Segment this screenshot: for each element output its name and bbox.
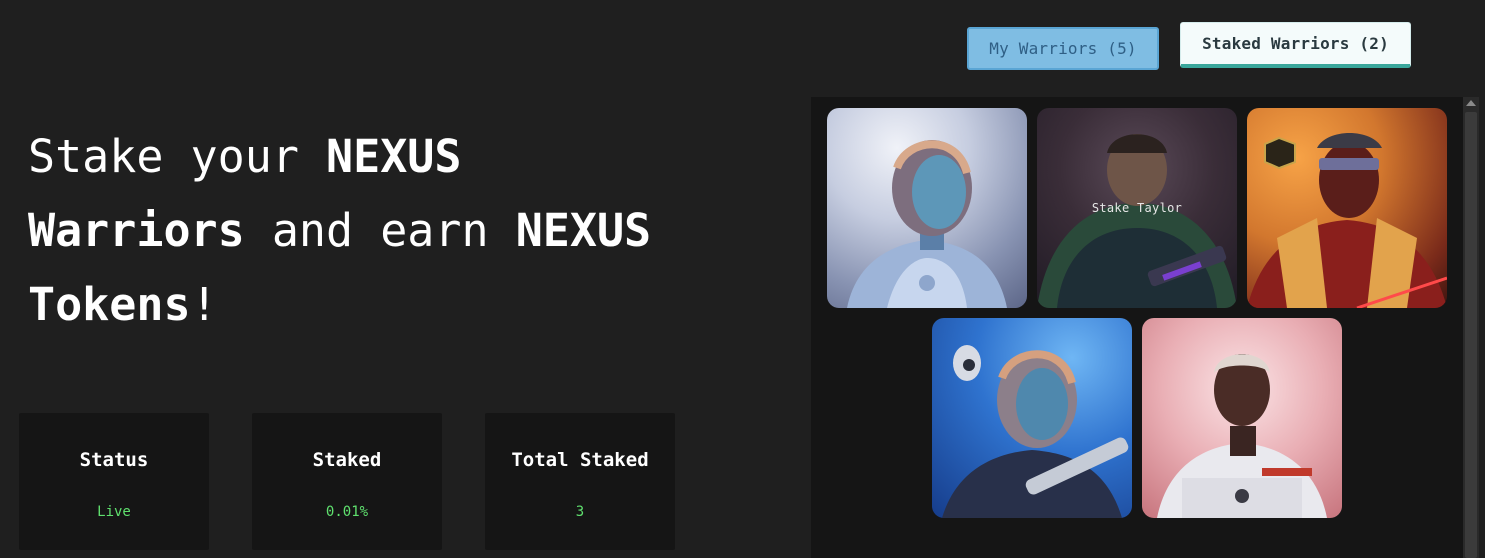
tab-my-warriors[interactable]: My Warriors (5) (967, 27, 1159, 70)
stat-label: Staked (312, 449, 382, 471)
scrollbar-thumb[interactable] (1465, 112, 1477, 558)
stat-label: Total Staked (511, 449, 649, 471)
page-headline: Stake your NEXUS Warriors and earn NEXUS… (28, 120, 748, 342)
scroll-up-arrow-icon[interactable] (1466, 100, 1476, 106)
headline-tokens: Tokens (28, 278, 191, 331)
stat-label: Status (79, 449, 149, 471)
stat-card-staked: Staked 0.01% (252, 413, 442, 550)
warrior-card[interactable] (932, 318, 1132, 518)
warrior-card[interactable] (1142, 318, 1342, 518)
headline-brand: NEXUS (515, 204, 652, 257)
tab-staked-warriors[interactable]: Staked Warriors (2) (1180, 22, 1411, 68)
stat-card-total-staked: Total Staked 3 (485, 413, 675, 550)
stat-value: 3 (575, 504, 585, 520)
warrior-armored-red-icon (1247, 133, 1447, 308)
stake-hover-label[interactable]: Stake Taylor (1037, 201, 1237, 215)
stat-value: Live (97, 504, 131, 520)
warrior-card[interactable] (1247, 108, 1447, 308)
warrior-helmet-gun-icon (942, 345, 1129, 518)
headline-exclamation: ! (190, 278, 218, 331)
stat-card-status: Status Live (19, 413, 209, 550)
stat-value: 0.01% (325, 504, 369, 520)
headline-warriors: Warriors (28, 204, 245, 257)
warrior-helmet-blue-icon (847, 140, 1007, 308)
headline-text: and earn (244, 204, 516, 257)
warrior-white-suit-icon (1157, 354, 1327, 518)
warrior-card[interactable]: Stake Taylor (1037, 108, 1237, 308)
headline-text: Stake your (28, 130, 327, 183)
warrior-card[interactable] (827, 108, 1027, 308)
headline-brand: NEXUS (326, 130, 462, 183)
